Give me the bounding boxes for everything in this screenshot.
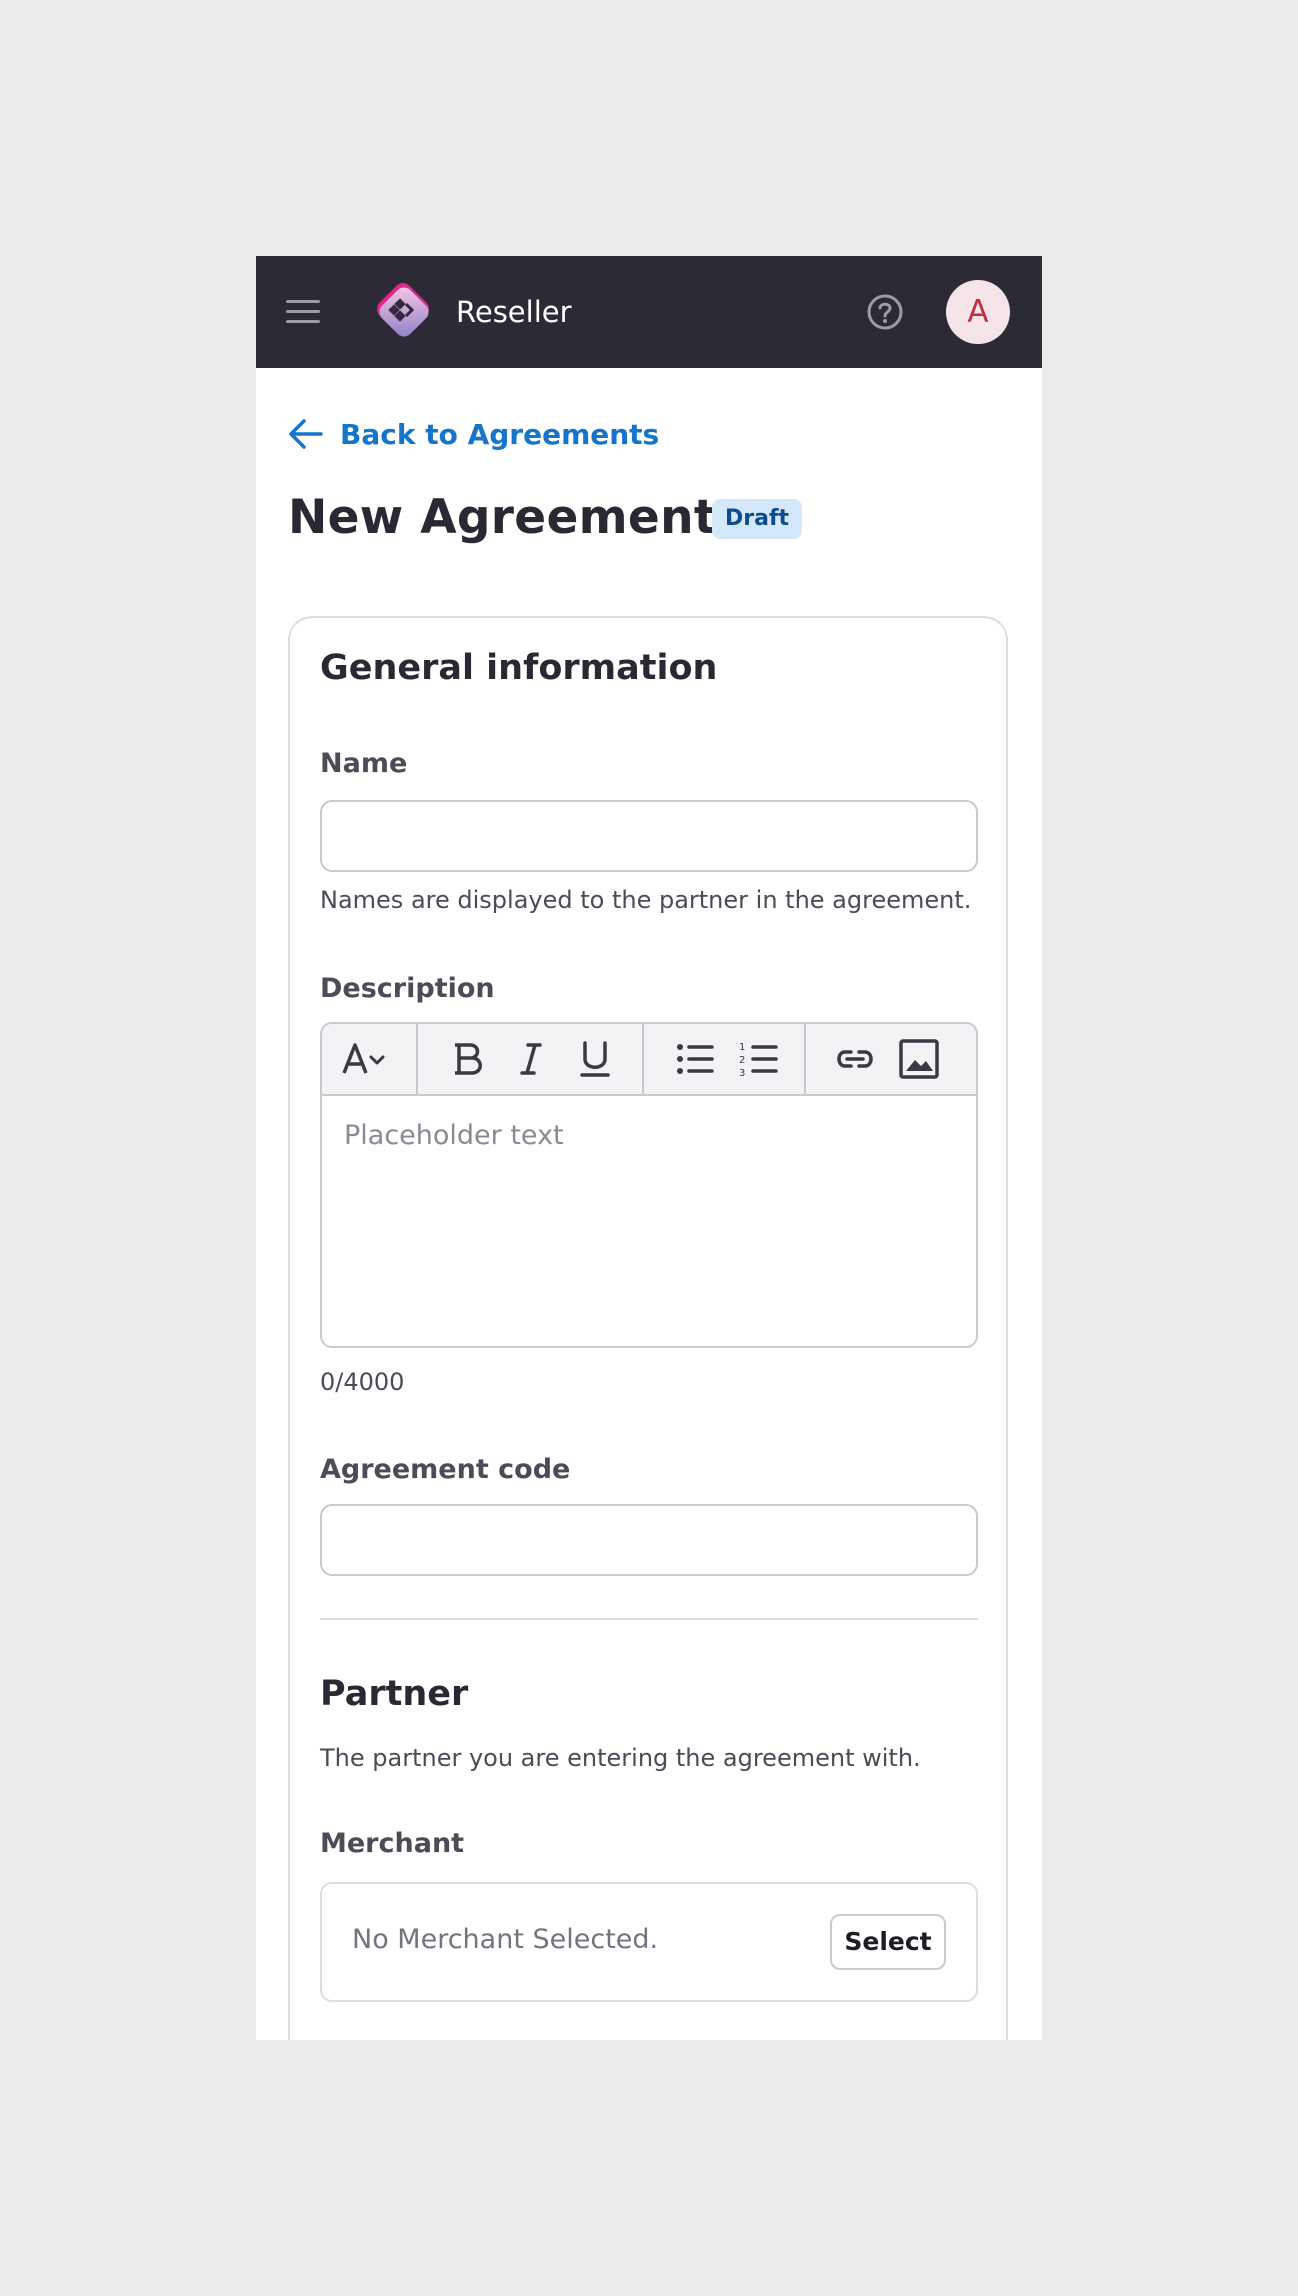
brand-name: Reseller: [456, 295, 572, 329]
agreement-code-label: Agreement code: [320, 1454, 571, 1485]
general-information-heading: General information: [320, 648, 718, 688]
name-helper-text: Names are displayed to the partner in th…: [320, 886, 972, 914]
merchant-empty-text: No Merchant Selected.: [352, 1924, 659, 1955]
name-label: Name: [320, 748, 408, 779]
app-screen: Reseller A Back to Agreements New Agreem…: [256, 256, 1042, 2040]
back-link-label: Back to Agreements: [340, 417, 660, 451]
svg-text:3: 3: [739, 1068, 745, 1079]
bulleted-list-icon[interactable]: [672, 1037, 718, 1081]
merchant-label: Merchant: [320, 1828, 465, 1859]
section-divider: [320, 1618, 978, 1620]
underline-icon[interactable]: [572, 1037, 618, 1081]
description-editor: 1 2 3 Placeholder text: [320, 1022, 978, 1348]
description-placeholder: Placeholder text: [344, 1120, 564, 1151]
editor-toolbar: 1 2 3: [322, 1024, 976, 1096]
italic-icon[interactable]: [508, 1037, 554, 1081]
arrow-left-icon: [289, 419, 323, 449]
toolbar-separator: [804, 1024, 806, 1094]
agreement-code-input[interactable]: [320, 1504, 978, 1576]
toolbar-separator: [416, 1024, 418, 1094]
image-icon[interactable]: [896, 1037, 942, 1081]
status-badge: Draft: [712, 499, 803, 539]
numbered-list-icon[interactable]: 1 2 3: [736, 1037, 782, 1081]
description-label: Description: [320, 973, 495, 1004]
partner-description: The partner you are entering the agreeme…: [320, 1744, 921, 1772]
partner-heading: Partner: [320, 1674, 469, 1714]
user-avatar[interactable]: A: [946, 280, 1010, 344]
top-bar: Reseller A: [256, 256, 1042, 368]
description-textarea[interactable]: Placeholder text: [322, 1096, 976, 1346]
page-title: New Agreement: [288, 490, 717, 545]
name-input[interactable]: [320, 800, 978, 872]
bold-icon[interactable]: [444, 1037, 490, 1081]
svg-text:2: 2: [739, 1055, 745, 1066]
merchant-field: No Merchant Selected. Select: [320, 1882, 978, 2002]
svg-text:1: 1: [739, 1042, 745, 1053]
select-merchant-button[interactable]: Select: [830, 1914, 946, 1970]
menu-icon[interactable]: [286, 296, 320, 326]
character-counter: 0/4000: [320, 1368, 405, 1396]
agreement-form-card: General information Name Names are displ…: [288, 616, 1008, 2040]
text-style-icon[interactable]: [340, 1037, 396, 1081]
toolbar-separator: [642, 1024, 644, 1094]
reseller-logo: [377, 283, 429, 337]
help-icon[interactable]: [865, 292, 905, 332]
link-icon[interactable]: [832, 1037, 878, 1081]
back-to-agreements-link[interactable]: Back to Agreements: [288, 414, 659, 454]
